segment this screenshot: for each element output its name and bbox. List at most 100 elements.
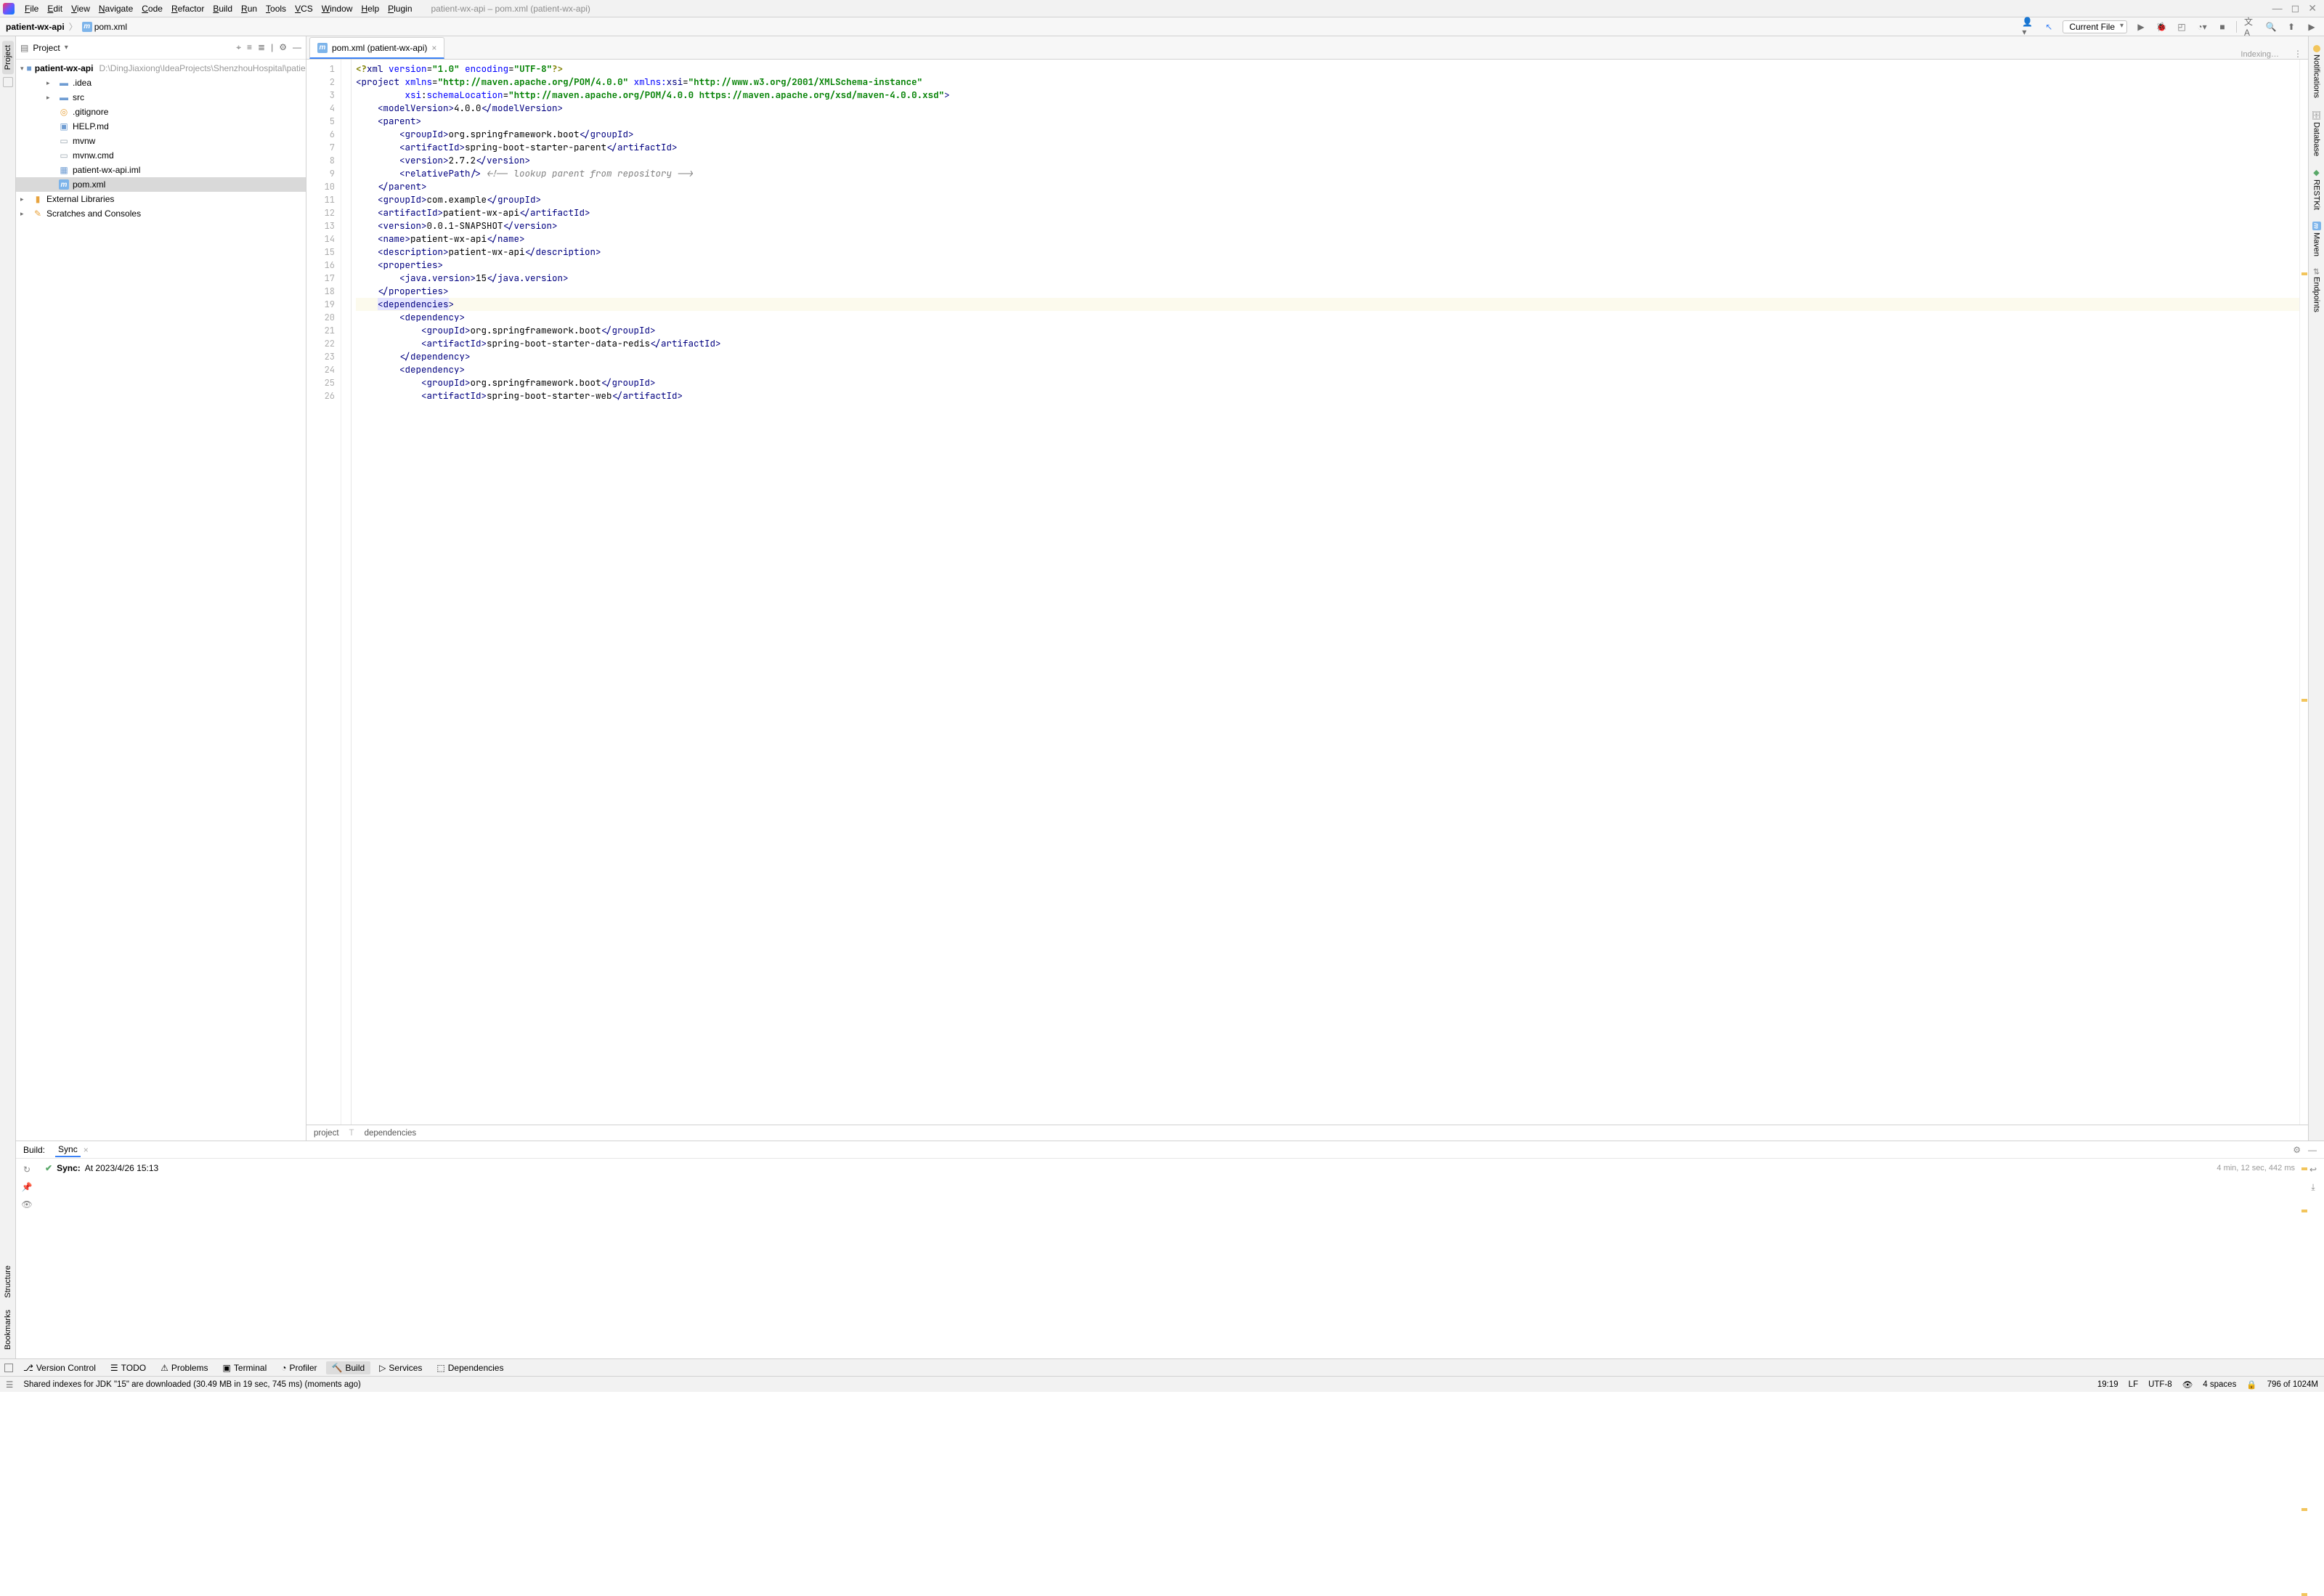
translate-icon[interactable]: 文A [2244, 20, 2257, 33]
project-view-title[interactable]: Project [33, 43, 60, 53]
caret-position[interactable]: 19:19 [2097, 1380, 2118, 1389]
debug-icon[interactable]: 🐞 [2155, 20, 2168, 33]
status-info-icon[interactable]: ☰ [6, 1380, 13, 1390]
line-number-gutter[interactable]: 1234567891011121314151617181920212223242… [306, 60, 341, 1125]
right-tab-restkit[interactable]: ◆RESTKit [2310, 163, 2323, 214]
search-icon[interactable]: 🔍 [2264, 20, 2278, 33]
locate-icon[interactable]: ⌖ [236, 42, 241, 53]
ide-updates-icon[interactable]: ⬆ [2285, 20, 2298, 33]
bottom-tab-version-control[interactable]: ⎇Version Control [17, 1361, 102, 1374]
tab-more-icon[interactable]: ⋮ [2293, 49, 2302, 59]
expand-all-icon[interactable]: ≡ [247, 42, 252, 53]
minimize-icon[interactable]: — [2272, 2, 2283, 15]
tool-window-quick-access-icon[interactable] [4, 1364, 13, 1372]
readonly-indicator-icon[interactable]: 👁 [2182, 1380, 2193, 1390]
menu-run[interactable]: Run [237, 4, 261, 14]
tree-item--gitignore[interactable]: ◎.gitignore [16, 105, 306, 119]
menu-view[interactable]: View [67, 4, 94, 14]
menu-code[interactable]: Code [137, 4, 167, 14]
project-tree[interactable]: ▾ ■ patient-wx-api D:\DingJiaxiong\IdeaP… [16, 60, 306, 1141]
code-editor[interactable]: <?xml version="1.0" encoding="UTF-8"?><p… [352, 60, 2299, 1125]
bottom-tab-todo[interactable]: ☰TODO [105, 1361, 152, 1374]
build-tab-sync[interactable]: Sync [55, 1143, 81, 1157]
right-tab-maven[interactable]: mMaven [2311, 217, 2323, 261]
stop-icon[interactable]: ■ [2216, 20, 2229, 33]
left-tab-structure[interactable]: Structure [2, 1261, 14, 1303]
file-encoding[interactable]: UTF-8 [2148, 1380, 2172, 1389]
right-tab-notifications[interactable]: Notifications [2311, 41, 2323, 102]
fold-gutter[interactable] [341, 60, 352, 1125]
memory-indicator[interactable]: 796 of 1024M [2267, 1380, 2318, 1389]
nav-file[interactable]: m pom.xml [82, 22, 127, 32]
menu-plugin[interactable]: Plugin [383, 4, 416, 14]
back-arrow-icon[interactable]: ↖ [2042, 20, 2055, 33]
hide-icon[interactable]: — [2308, 1145, 2317, 1155]
bottom-tab-terminal[interactable]: ▣Terminal [217, 1361, 273, 1374]
hide-icon[interactable]: — [293, 42, 301, 53]
menu-window[interactable]: Window [317, 4, 357, 14]
tree-item-pom-xml[interactable]: mpom.xml [16, 177, 306, 192]
run-config-select[interactable]: Current File [2063, 20, 2127, 33]
error-stripe[interactable] [2299, 60, 2308, 1125]
left-tab-commit-icon[interactable] [3, 77, 13, 87]
chevron-down-icon[interactable]: ▾ [65, 44, 68, 52]
scroll-end-icon[interactable]: ⤓ [2311, 1182, 2315, 1193]
tree-item-src[interactable]: ▸▬src [16, 90, 306, 105]
menu-navigate[interactable]: Navigate [94, 4, 137, 14]
warning-marker[interactable] [2301, 1508, 2307, 1511]
warning-marker[interactable] [2301, 1593, 2307, 1596]
editor-breadcrumbs[interactable]: project T dependencies [306, 1125, 2308, 1141]
line-ending[interactable]: LF [2129, 1380, 2138, 1389]
user-add-icon[interactable]: 👤▾ [2022, 20, 2035, 33]
warning-marker[interactable] [2301, 1167, 2307, 1170]
tree-item-patient-wx-api-iml[interactable]: ▦patient-wx-api.iml [16, 163, 306, 177]
bottom-tab-services[interactable]: ▷Services [373, 1361, 428, 1374]
menu-refactor[interactable]: Refactor [167, 4, 208, 14]
tree-scratches-and-consoles[interactable]: ▸✎Scratches and Consoles [16, 206, 306, 221]
warning-marker[interactable] [2301, 1210, 2307, 1212]
gear-icon[interactable]: ⚙ [2293, 1145, 2301, 1155]
lock-icon[interactable]: 🔒 [2246, 1380, 2256, 1390]
left-tab-bookmarks[interactable]: Bookmarks [2, 1305, 14, 1354]
warning-marker[interactable] [2301, 272, 2307, 275]
menu-edit[interactable]: Edit [43, 4, 67, 14]
run-icon[interactable]: ▶ [2134, 20, 2148, 33]
close-icon[interactable]: ✕ [2308, 2, 2317, 15]
warning-marker[interactable] [2301, 699, 2307, 702]
close-build-tab-icon[interactable]: × [84, 1145, 89, 1155]
bottom-tab-dependencies[interactable]: ⬚Dependencies [431, 1361, 509, 1374]
menu-tools[interactable]: Tools [261, 4, 290, 14]
tree-item--idea[interactable]: ▸▬.idea [16, 76, 306, 90]
bottom-tab-profiler[interactable]: ◔Profiler [275, 1361, 322, 1374]
bottom-tab-build[interactable]: 🔨Build [326, 1361, 371, 1374]
eye-icon[interactable]: 👁 [21, 1199, 32, 1210]
indent-info[interactable]: 4 spaces [2203, 1380, 2236, 1389]
soft-wrap-icon[interactable]: ↩ [2309, 1164, 2317, 1175]
left-tab-project[interactable]: Project [2, 41, 14, 74]
tree-item-mvnw-cmd[interactable]: ▭mvnw.cmd [16, 148, 306, 163]
menu-file[interactable]: File [20, 4, 43, 14]
menu-vcs[interactable]: VCS [290, 4, 317, 14]
nav-project[interactable]: patient-wx-api [6, 22, 65, 32]
tree-external-libraries[interactable]: ▸▮External Libraries [16, 192, 306, 206]
coverage-icon[interactable]: ◰ [2175, 20, 2188, 33]
gear-icon[interactable]: ⚙ [279, 42, 287, 53]
rerun-icon[interactable]: ↻ [23, 1164, 31, 1175]
menu-build[interactable]: Build [208, 4, 237, 14]
tree-item-mvnw[interactable]: ▭mvnw [16, 134, 306, 148]
menu-help[interactable]: Help [357, 4, 383, 14]
close-tab-icon[interactable]: × [431, 43, 436, 53]
profile-icon[interactable]: ◔▾ [2195, 20, 2209, 33]
maximize-icon[interactable]: ◻ [2291, 2, 2300, 15]
tree-root[interactable]: ▾ ■ patient-wx-api D:\DingJiaxiong\IdeaP… [16, 61, 306, 76]
collapse-all-icon[interactable]: ≣ [258, 42, 265, 53]
editor-tab-pom[interactable]: m pom.xml (patient-wx-api) × [309, 37, 444, 59]
code-with-me-icon[interactable]: ▶ [2305, 20, 2318, 33]
tree-item-HELP-md[interactable]: ▣HELP.md [16, 119, 306, 134]
build-output[interactable]: ✔ Sync: At 2023/4/26 15:13 4 min, 12 sec… [38, 1159, 2302, 1358]
bottom-tab-problems[interactable]: ⚠Problems [155, 1361, 214, 1374]
chevron-right-icon: 〉 [69, 20, 78, 33]
right-tab-endpoints[interactable]: ⇄Endpoints [2310, 264, 2323, 317]
right-tab-database[interactable]: 🗄Database [2310, 105, 2323, 161]
pin-icon[interactable]: 📌 [22, 1182, 33, 1192]
